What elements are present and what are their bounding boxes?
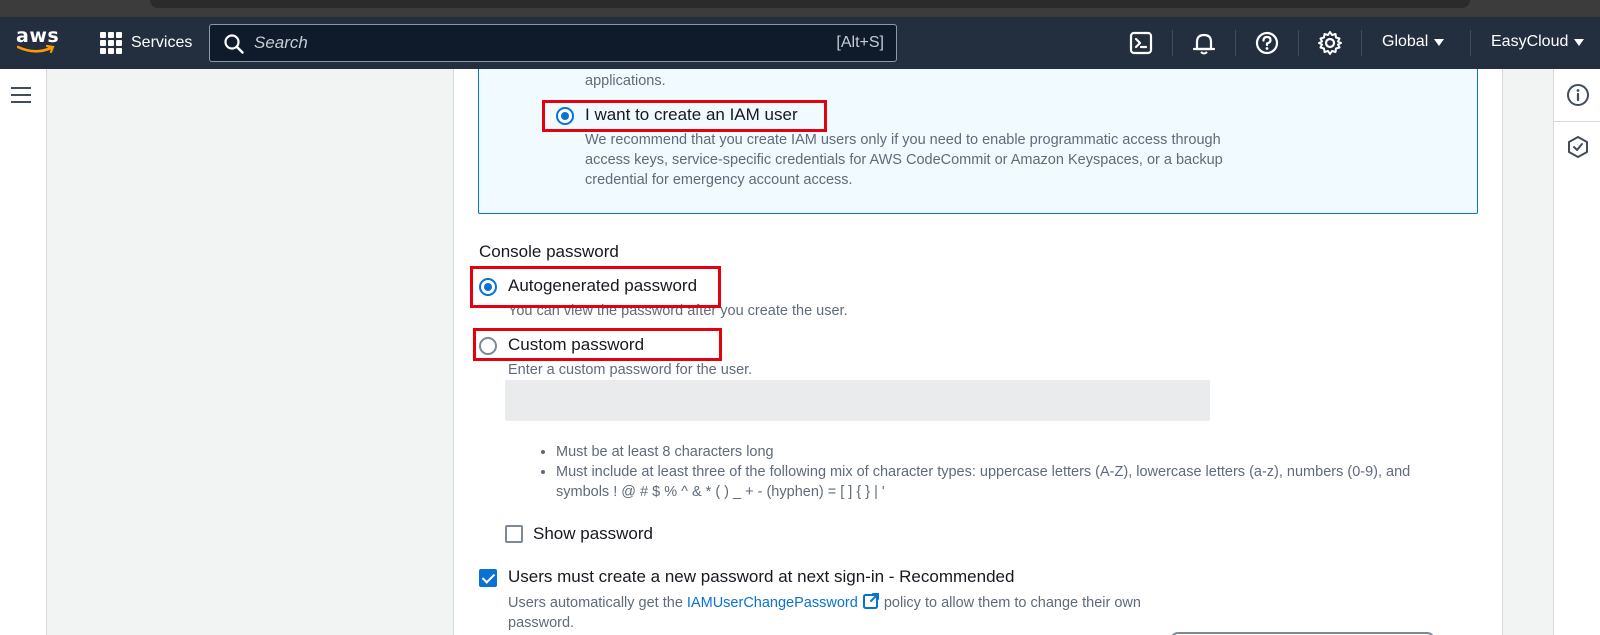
aws-smile-icon — [17, 45, 55, 54]
annotation-highlight-box — [542, 100, 827, 132]
show-password-label[interactable]: Show password — [533, 524, 653, 544]
nav-separator — [1172, 30, 1173, 56]
account-label: EasyCloud — [1491, 33, 1569, 50]
info-icon[interactable] — [1566, 83, 1590, 107]
services-grid-icon — [100, 32, 122, 54]
caret-down-icon — [1574, 38, 1585, 46]
iam-user-option-description: We recommend that you create IAM users o… — [585, 132, 1223, 188]
aws-logo[interactable]: aws — [16, 25, 60, 59]
global-search-box[interactable]: [Alt+S] — [209, 24, 897, 62]
search-input[interactable] — [254, 31, 774, 55]
region-label: Global — [1382, 33, 1429, 50]
password-requirement-item: Must include at least three of the follo… — [556, 462, 1456, 502]
notifications-bell-icon[interactable] — [1191, 30, 1217, 56]
settings-gear-icon[interactable] — [1317, 30, 1343, 56]
right-tools-rail — [1553, 69, 1600, 635]
reset-description-prefix: Users automatically get the — [508, 595, 683, 611]
annotation-highlight-box — [470, 266, 721, 308]
console-password-heading: Console password — [479, 242, 619, 261]
services-label: Services — [131, 34, 193, 51]
require-password-reset-checkbox[interactable] — [479, 569, 497, 587]
nav-separator — [1361, 30, 1362, 56]
aws-logo-text: aws — [16, 25, 60, 47]
require-password-reset-description: Users automatically get the IAMUserChang… — [508, 592, 1208, 633]
security-hexagon-icon[interactable] — [1566, 135, 1590, 159]
browser-address-pill — [150, 0, 1470, 8]
nav-separator — [1235, 30, 1236, 56]
help-icon[interactable] — [1254, 30, 1280, 56]
rail-divider — [1554, 121, 1600, 122]
require-password-reset-label[interactable]: Users must create a new password at next… — [508, 567, 1014, 587]
password-requirement-item: Must be at least 8 characters long — [556, 442, 1456, 462]
account-menu[interactable]: EasyCloud — [1491, 33, 1585, 51]
nav-separator — [1298, 30, 1299, 56]
custom-password-input[interactable] — [505, 380, 1210, 421]
cloudshell-icon[interactable] — [1128, 30, 1154, 56]
password-requirements-list: Must be at least 8 characters long Must … — [556, 442, 1456, 502]
annotation-highlight-box — [473, 328, 722, 361]
top-navigation-bar: aws Services [Alt+S] — [0, 17, 1600, 69]
caret-down-icon — [1434, 38, 1445, 46]
external-link-icon[interactable] — [862, 592, 880, 610]
left-navigation-rail — [0, 69, 47, 635]
browser-tab-strip — [0, 0, 1600, 17]
custom-password-description: Enter a custom password for the user. — [508, 362, 753, 378]
iam-user-change-password-link[interactable]: IAMUserChangePassword — [687, 595, 858, 611]
services-menu-button[interactable]: Services — [100, 30, 192, 56]
menu-hamburger-icon[interactable] — [11, 87, 31, 103]
previous-option-description-tail: applications. — [585, 73, 666, 89]
region-selector[interactable]: Global — [1382, 33, 1445, 51]
search-icon — [224, 34, 244, 54]
nav-separator — [1470, 30, 1471, 56]
show-password-checkbox[interactable] — [505, 525, 523, 543]
search-shortcut-hint: [Alt+S] — [836, 34, 884, 51]
